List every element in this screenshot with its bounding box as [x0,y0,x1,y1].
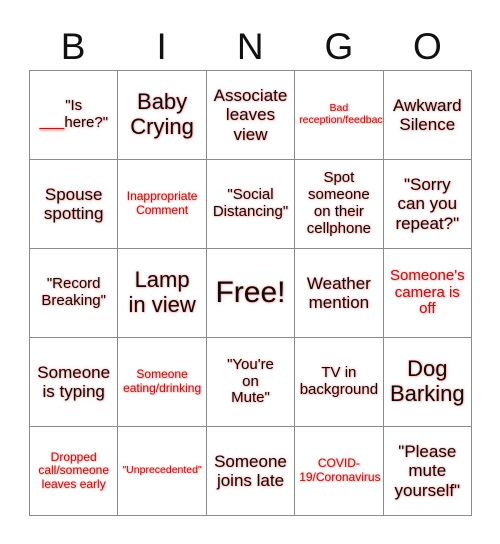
bingo-card: B I N G O "Is ___here?" Baby Crying Associate … [0,0,500,544]
bingo-grid: "Is ___here?" Baby Crying Associate leaves… [29,70,472,516]
bingo-square-r5c1[interactable]: Dropped call/someone leaves early [30,427,119,516]
bingo-square-label: Weather mention [306,273,371,312]
bingo-square-r4c5[interactable]: Dog Barking [383,338,472,427]
bingo-square-label: Someone eating/drinking [123,367,202,395]
bingo-header: BINGO [29,22,472,70]
bingo-square-label: Dropped call/someone leaves early [38,449,110,491]
bingo-square-label: COVID- 19/Coronavirus [299,456,381,484]
bingo-square-r2c2[interactable]: Inappropriate Comment [118,160,207,249]
bingo-square-label: "Is ___here?" [39,97,109,131]
bingo-square-label: Someone's camera is off [390,266,465,318]
bingo-square-r4c2[interactable]: Someone eating/drinking [118,338,207,427]
bingo-square-r2c1[interactable]: Spouse spotting [30,160,119,249]
bingo-square-label: "Unprecedented" [122,464,202,477]
bingo-header-letter-1: B [60,25,86,67]
bingo-square-r1c1[interactable]: "Is ___here?" [30,71,119,160]
bingo-header-letter-3: N [236,25,265,67]
bingo-square-r3c4[interactable]: Weather mention [295,249,384,338]
bingo-square-label: Lamp in view [128,267,196,317]
bingo-square-r3c2[interactable]: Lamp in view [118,249,207,338]
bingo-square-label: Spot someone on their cellphone [306,169,371,237]
bingo-square-label: Inappropriate Comment [126,189,198,217]
bingo-square-label: Dog Barking [390,356,465,406]
bingo-square-r5c3[interactable]: Someone joins late [206,427,296,516]
bingo-square-r1c5[interactable]: Awkward Silence [383,71,472,160]
bingo-square-label: TV in background [299,364,379,398]
bingo-square-label: Awkward Silence [392,95,462,134]
bingo-header-letter-5: O [413,25,443,67]
bingo-square-r3c3[interactable]: Free! [206,249,296,338]
bingo-square-label: "Social Distancing" [212,186,289,220]
bingo-square-label: Associate leaves view [213,86,288,144]
bingo-square-r2c5[interactable]: "Sorry can you repeat?" [383,160,472,249]
bingo-square-r3c5[interactable]: Someone's camera is off [383,249,472,338]
bingo-square-r5c4[interactable]: COVID- 19/Coronavirus [295,427,384,516]
bingo-square-label: Baby Crying [130,89,194,139]
bingo-square-label: "Sorry can you repeat?" [395,175,460,233]
bingo-square-label: Bad reception/feedback [299,102,384,126]
bingo-square-r5c5[interactable]: "Please mute yourself" [383,427,472,516]
bingo-header-letter-2: I [156,25,168,67]
bingo-square-label: Someone joins late [214,451,287,490]
fill-in-blank-rule: ___ [39,114,65,131]
bingo-square-r1c2[interactable]: Baby Crying [118,71,207,160]
bingo-square-r4c1[interactable]: Someone is typing [30,338,119,427]
bingo-square-r2c3[interactable]: "Social Distancing" [206,160,296,249]
bingo-square-r2c4[interactable]: Spot someone on their cellphone [295,160,384,249]
bingo-square-label: Spouse spotting [43,184,104,223]
bingo-square-r4c3[interactable]: "You're on Mute" [206,338,296,427]
bingo-square-r1c3[interactable]: Associate leaves view [206,71,296,160]
bingo-square-label: Someone is typing [37,362,111,401]
bingo-square-r5c2[interactable]: "Unprecedented" [118,427,207,516]
bingo-square-r3c1[interactable]: "Record Breaking" [30,249,119,338]
bingo-square-label: "You're on Mute" [227,355,274,407]
bingo-square-label: "Please mute yourself" [394,442,461,500]
bingo-square-label: "Record Breaking" [41,275,106,309]
bingo-square-label: Free! [215,276,286,310]
bingo-header-letter-4: G [324,25,354,67]
bingo-square-r4c4[interactable]: TV in background [295,338,384,427]
bingo-square-r1c4[interactable]: Bad reception/feedback [295,71,384,160]
